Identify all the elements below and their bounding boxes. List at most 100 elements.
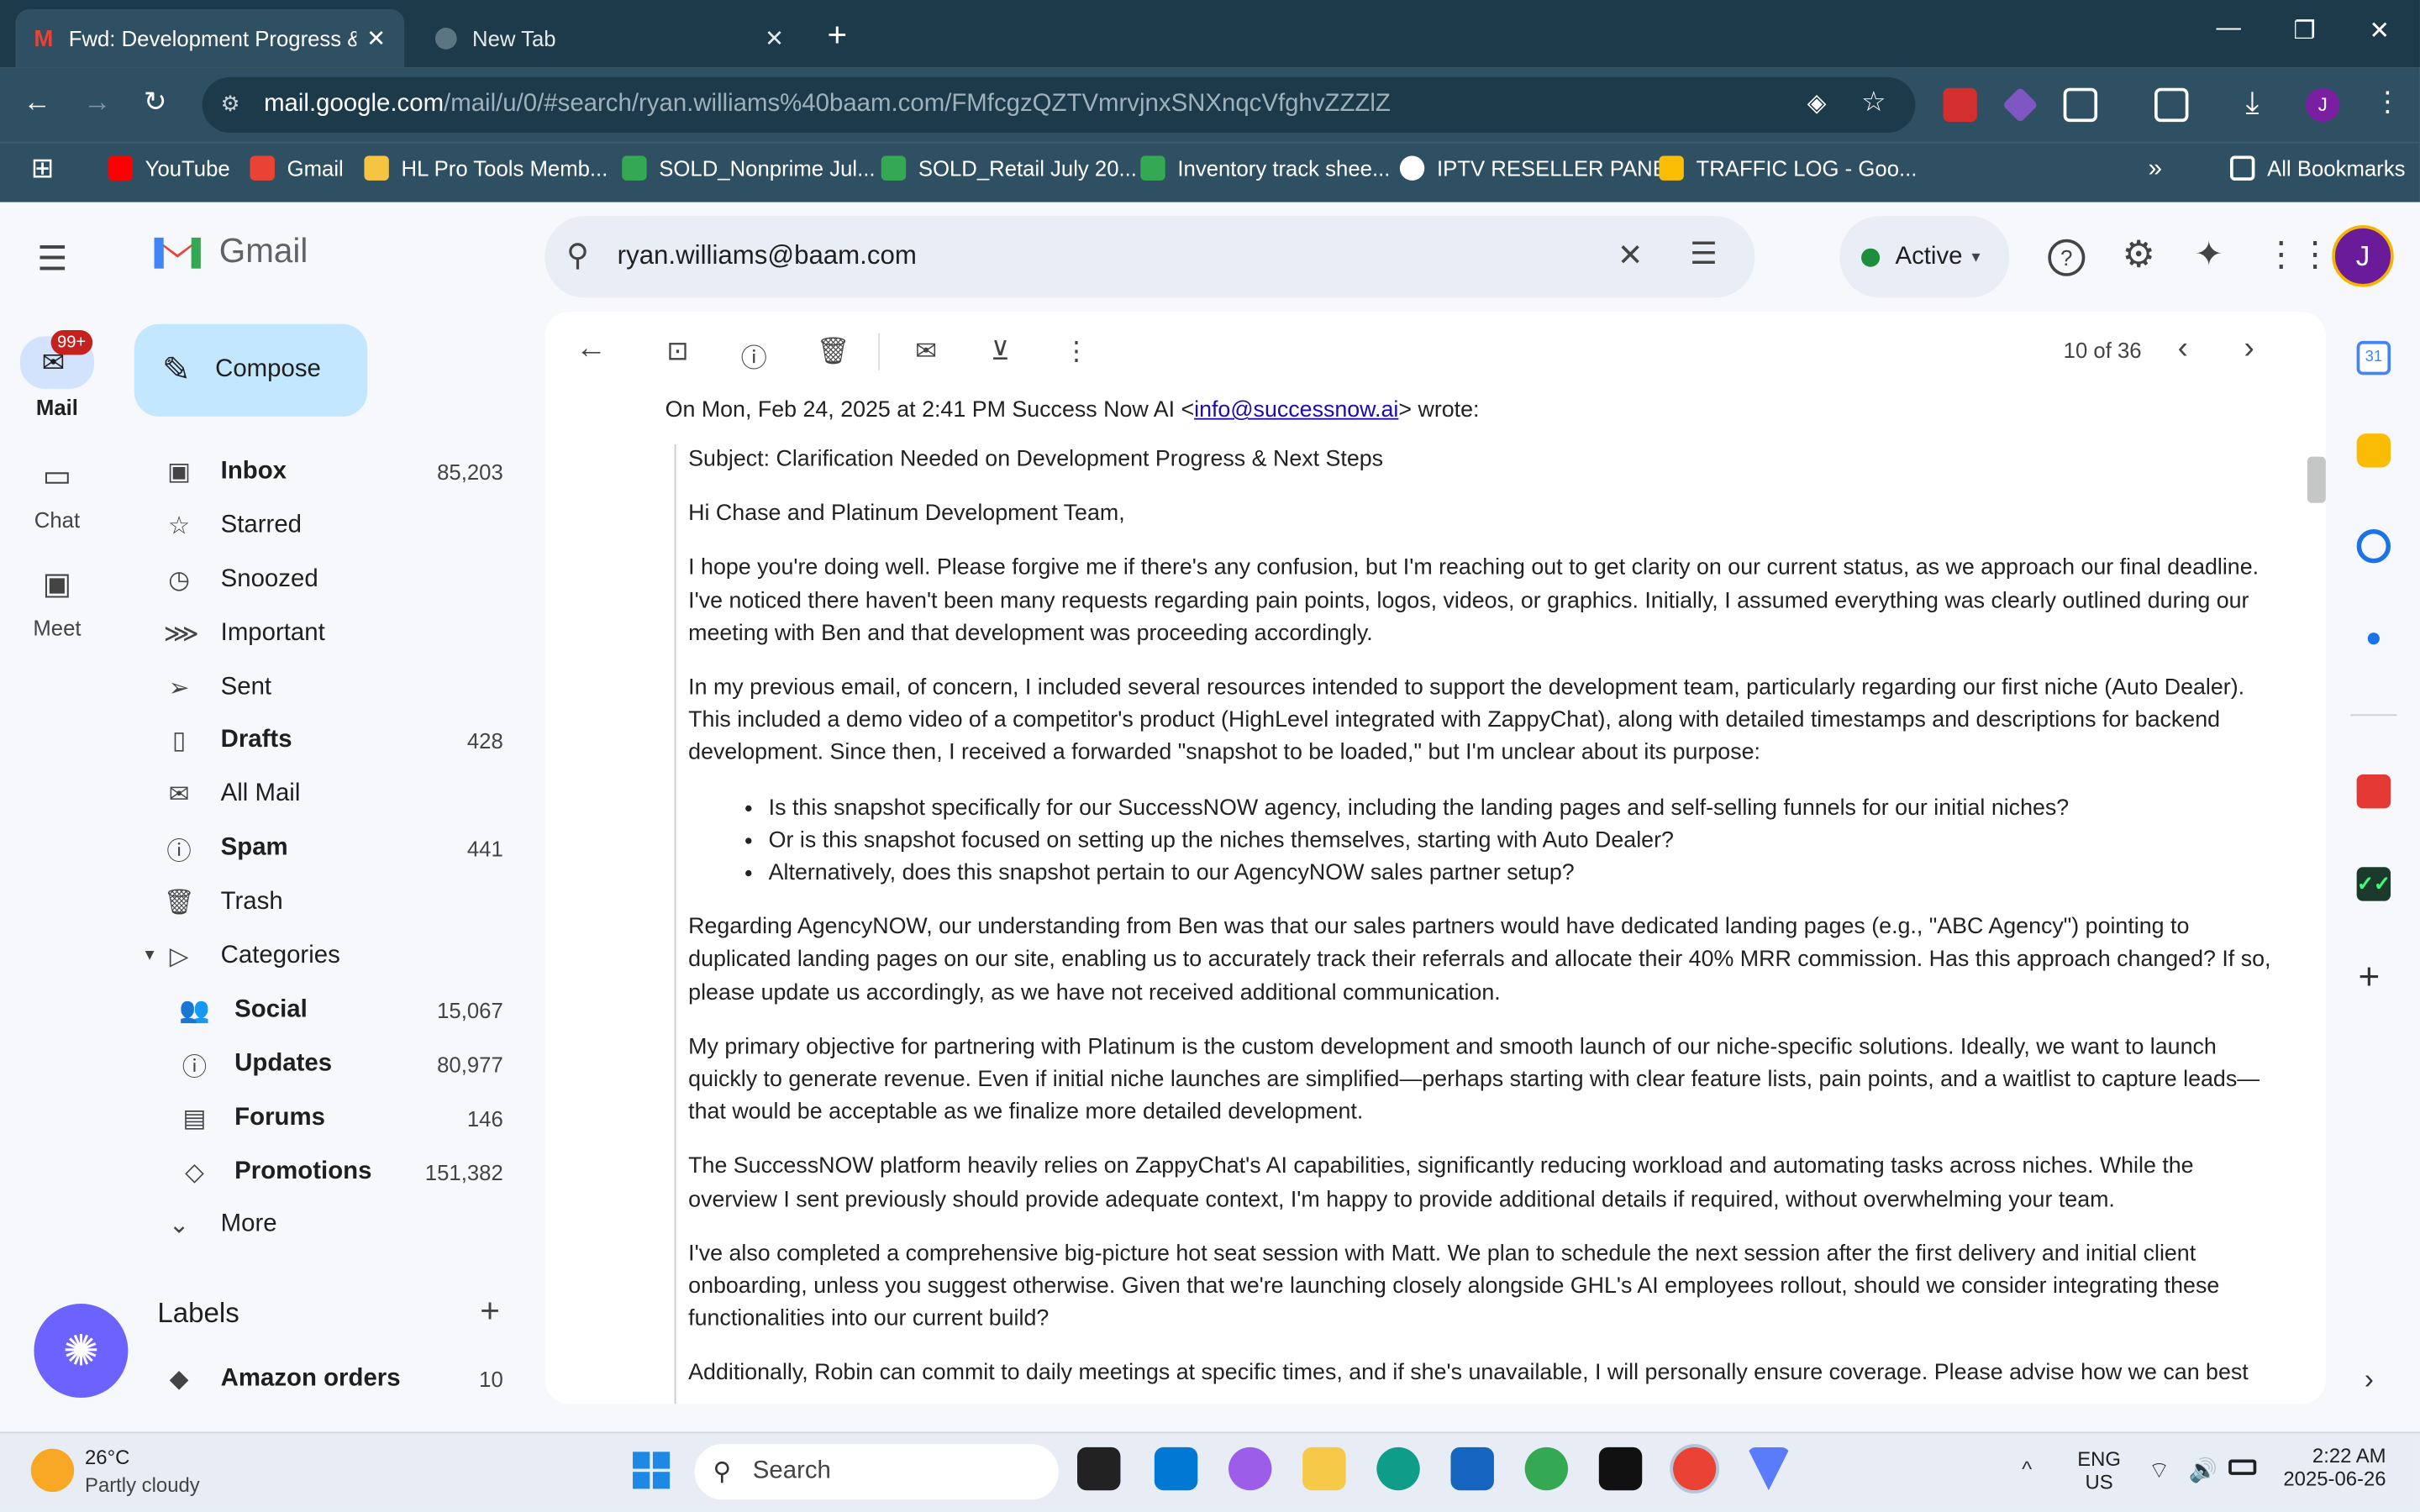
- weather-desc[interactable]: Partly cloudy: [85, 1473, 200, 1497]
- sidebar-item-updates[interactable]: ⓘ Updates 80,977: [114, 1037, 531, 1090]
- addon-red-icon[interactable]: [2356, 774, 2391, 809]
- sidebar-item-starred[interactable]: ☆ Starred: [114, 498, 531, 552]
- sidebar-item-categories[interactable]: ▼ ▷ Categories: [114, 929, 531, 983]
- apps-grid-icon[interactable]: ⊞: [31, 153, 55, 186]
- tab-new-tab[interactable]: New Tab ✕: [417, 9, 802, 68]
- older-chevron-icon[interactable]: ›: [2244, 332, 2254, 367]
- main-menu-icon[interactable]: ☰: [37, 239, 67, 280]
- delete-icon[interactable]: 🗑: [817, 336, 850, 367]
- store-icon[interactable]: [1450, 1446, 1494, 1491]
- all-bookmarks[interactable]: All Bookmarks: [2230, 155, 2405, 181]
- task-view-icon[interactable]: [1077, 1446, 1121, 1491]
- bookmark-iptv[interactable]: IPTV RESELLER PANEL: [1399, 155, 1679, 181]
- sidebar-item-social[interactable]: 👥 Social 15,067: [114, 983, 531, 1037]
- close-tab-icon[interactable]: ✕: [366, 24, 386, 52]
- keep-icon[interactable]: [2356, 433, 2391, 468]
- edge-icon[interactable]: [1376, 1446, 1420, 1491]
- sidebar-item-important[interactable]: ⋙ Important: [114, 606, 531, 660]
- new-tab-plus-icon[interactable]: +: [827, 15, 847, 55]
- status-button[interactable]: Active ▾: [1839, 216, 2010, 298]
- back-to-list-icon[interactable]: ←: [576, 332, 607, 367]
- search-icon[interactable]: ⚲: [566, 236, 589, 275]
- extensions-puzzle-icon[interactable]: [2063, 87, 2098, 123]
- report-spam-icon[interactable]: ⓘ: [741, 336, 767, 375]
- bookmark-traffic-log[interactable]: TRAFFIC LOG - Goo...: [1659, 155, 1917, 181]
- contacts-icon[interactable]: ●: [2357, 622, 2391, 655]
- expand-panel-chevron-icon[interactable]: ›: [2365, 1364, 2374, 1397]
- tab-gmail[interactable]: M Fwd: Development Progress & N ✕: [15, 9, 405, 68]
- chrome-icon[interactable]: [1670, 1444, 1720, 1494]
- reload-icon[interactable]: ↻: [144, 87, 167, 119]
- get-addons-plus-icon[interactable]: +: [2358, 957, 2380, 1000]
- sidebar-item-inbox[interactable]: ▣ Inbox 85,203: [114, 444, 531, 498]
- terminal-icon[interactable]: [1598, 1446, 1643, 1491]
- sidebar-item-more[interactable]: ⌄ More: [114, 1197, 531, 1251]
- language-indicator[interactable]: ENG US: [2077, 1447, 2121, 1494]
- google-apps-icon[interactable]: ⋮⋮: [2264, 234, 2332, 275]
- browser-menu-icon[interactable]: ⋮: [2374, 87, 2402, 119]
- address-bar[interactable]: ⚙ mail.google.com/mail/u/0/#search/ryan.…: [202, 76, 1916, 133]
- more-actions-icon[interactable]: ⋮: [1063, 336, 1089, 367]
- sidebar-item-snoozed[interactable]: ◷ Snoozed: [114, 553, 531, 606]
- help-icon[interactable]: ?: [2048, 239, 2086, 276]
- volume-icon[interactable]: 🔊: [2188, 1457, 2217, 1484]
- close-window-icon[interactable]: ✕: [2369, 15, 2390, 46]
- sidebar-item-forums[interactable]: ▤ Forums 146: [114, 1091, 531, 1145]
- tasks-icon[interactable]: [2356, 528, 2391, 564]
- scrollbar-thumb[interactable]: [2307, 456, 2326, 503]
- assistant-fab-icon[interactable]: ✺: [34, 1304, 129, 1399]
- download-icon[interactable]: ⤓: [2245, 87, 2259, 122]
- bookmark-star-icon[interactable]: ☆: [1861, 87, 1886, 119]
- media-icon[interactable]: [2154, 87, 2189, 123]
- wifi-icon[interactable]: ⌔: [2149, 1457, 2170, 1486]
- copilot-icon[interactable]: [1228, 1446, 1272, 1491]
- chrome-profile-icon[interactable]: [1524, 1446, 1569, 1491]
- mark-unread-icon[interactable]: ✉: [915, 336, 937, 367]
- back-arrow-icon[interactable]: ←: [24, 87, 51, 119]
- sidebar-item-all-mail[interactable]: ✉ All Mail: [114, 767, 531, 821]
- windows-start-icon[interactable]: [633, 1452, 671, 1489]
- bookmark-inventory[interactable]: Inventory track shee...: [1140, 155, 1390, 181]
- battery-icon[interactable]: [2228, 1459, 2257, 1475]
- clock[interactable]: 2:22 AM 2025-06-26: [2281, 1444, 2386, 1490]
- app-pre-icon[interactable]: [1154, 1446, 1198, 1491]
- translate-icon[interactable]: ◈: [1807, 88, 1827, 119]
- forward-arrow-icon[interactable]: →: [83, 87, 111, 119]
- gemini-sparkle-icon[interactable]: ✦: [2195, 234, 2223, 275]
- taskbar-search[interactable]: ⚲ Search: [694, 1444, 1059, 1500]
- rail-chat[interactable]: ▭ Chat: [0, 457, 114, 532]
- file-explorer-icon[interactable]: [1302, 1446, 1346, 1491]
- minimize-icon[interactable]: —: [2217, 15, 2241, 43]
- bookmark-sold-nonprime[interactable]: SOLD_Nonprime Jul...: [622, 155, 876, 181]
- search-bar[interactable]: ⚲ ryan.williams@baam.com ✕ ☰: [544, 216, 1755, 298]
- sidebar-item-drafts[interactable]: ▯ Drafts 428: [114, 713, 531, 767]
- weather-sun-icon[interactable]: [30, 1448, 75, 1493]
- account-avatar[interactable]: J: [2332, 225, 2394, 287]
- extension-mcafee-icon[interactable]: [1943, 87, 1977, 123]
- settings-gear-icon[interactable]: ⚙: [2122, 233, 2155, 277]
- sidebar-item-promotions[interactable]: ◇ Promotions 151,382: [114, 1145, 531, 1199]
- restore-icon[interactable]: ❐: [2293, 15, 2315, 46]
- tray-chevron-icon[interactable]: ^: [2022, 1457, 2032, 1481]
- sidebar-item-spam[interactable]: ⓘ Spam 441: [114, 821, 531, 874]
- label-item-amazon-orders[interactable]: ◆ Amazon orders 10: [114, 1352, 531, 1405]
- sidebar-item-sent[interactable]: ➢ Sent: [114, 660, 531, 714]
- sender-email-link[interactable]: info@successnow.ai: [1194, 398, 1398, 423]
- bookmark-youtube[interactable]: YouTube: [108, 155, 230, 181]
- site-info-icon[interactable]: ⚙: [221, 91, 240, 117]
- archive-icon[interactable]: ⊡: [666, 336, 688, 367]
- rail-meet[interactable]: ▣ Meet: [0, 564, 114, 640]
- sidebar-item-trash[interactable]: 🗑 Trash: [114, 874, 531, 928]
- newer-chevron-icon[interactable]: ‹: [2178, 332, 2188, 367]
- addon-check-icon[interactable]: ✓✓: [2356, 867, 2391, 901]
- search-options-icon[interactable]: ☰: [1690, 234, 1718, 273]
- calendar-icon[interactable]: 31: [2356, 340, 2391, 375]
- profile-avatar[interactable]: J: [2306, 87, 2340, 123]
- close-tab-icon[interactable]: ✕: [765, 24, 784, 52]
- add-label-icon[interactable]: +: [480, 1291, 500, 1331]
- clear-search-icon[interactable]: ✕: [1618, 236, 1644, 275]
- bookmark-sold-retail[interactable]: SOLD_Retail July 20...: [881, 155, 1137, 181]
- bookmark-hl-pro-tools[interactable]: HL Pro Tools Memb...: [364, 155, 608, 181]
- move-to-icon[interactable]: ⊻: [991, 336, 1010, 367]
- rail-mail[interactable]: ✉ 99+ Mail: [0, 330, 114, 420]
